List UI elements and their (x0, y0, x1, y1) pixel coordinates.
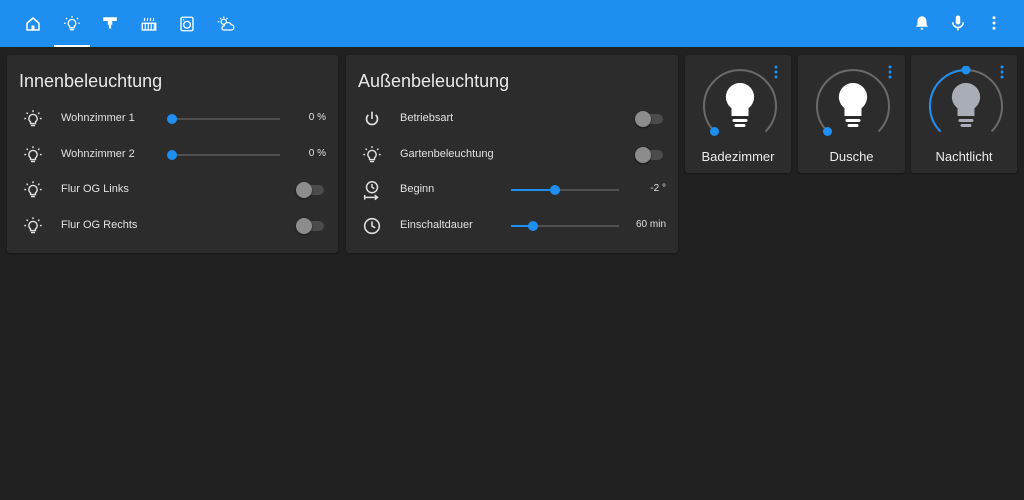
entity-row-beginn: Beginn -2 ° (346, 176, 678, 204)
power-icon (361, 108, 383, 130)
row-label: Gartenbeleuchtung (400, 148, 494, 160)
tab-weather[interactable] (208, 0, 244, 47)
washing-machine-icon (180, 16, 194, 31)
slider-handle[interactable] (527, 221, 538, 231)
tile-name: Nachtlicht (935, 149, 993, 164)
tile-name: Dusche (829, 149, 874, 164)
dial-handle[interactable] (823, 127, 832, 136)
row-label: Flur OG Links (61, 183, 129, 195)
row-label: Flur OG Rechts (61, 219, 138, 231)
voice-button[interactable] (947, 12, 969, 34)
dial-handle[interactable] (710, 127, 719, 136)
lightbulb-icon (361, 144, 383, 166)
entity-row-flur-og-links: Flur OG Links (7, 176, 338, 204)
microphone-icon (952, 15, 964, 31)
light-tile-dusche[interactable]: Dusche (798, 55, 905, 173)
light-tile-badezimmer[interactable]: Badezimmer (685, 55, 791, 173)
beginn-slider[interactable] (511, 185, 619, 195)
tab-lights[interactable] (54, 0, 90, 47)
toggle-switch[interactable] (296, 182, 324, 198)
tile-name: Badezimmer (701, 149, 775, 164)
lightbulb-icon (22, 108, 44, 130)
einschaltdauer-slider[interactable] (511, 221, 619, 231)
brightness-slider[interactable] (167, 150, 280, 160)
row-value: -2 ° (650, 183, 666, 194)
lightbulb-icon (725, 82, 755, 127)
notifications-button[interactable] (911, 12, 933, 34)
weather-cloudy-icon (217, 16, 235, 31)
toggle-switch[interactable] (635, 147, 663, 163)
tab-ceiling-lamps[interactable] (92, 0, 128, 47)
brightness-dial[interactable] (813, 66, 893, 146)
lightbulb-icon (951, 82, 981, 127)
aussen-card: Außenbeleuchtung Betriebsart Gartenbeleu… (346, 55, 678, 253)
row-label: Betriebsart (400, 112, 454, 124)
clock-icon (361, 215, 383, 237)
tab-heating[interactable] (131, 0, 167, 47)
ceiling-lamp-icon (103, 16, 117, 28)
bell-icon (916, 16, 928, 30)
row-label: Einschaltdauer (400, 219, 473, 231)
lightbulb-icon (838, 82, 868, 127)
lightbulb-icon (64, 15, 80, 30)
top-app-bar (0, 0, 1024, 47)
tab-appliances[interactable] (169, 0, 205, 47)
light-tile-nachtlicht[interactable]: Nachtlicht (911, 55, 1017, 173)
entity-row-wohnzimmer-2: Wohnzimmer 2 0 % (7, 141, 338, 169)
row-value: 0 % (308, 112, 326, 123)
entity-row-gartenbeleuchtung: Gartenbeleuchtung (346, 141, 678, 169)
row-label: Wohnzimmer 1 (61, 112, 135, 124)
toggle-switch[interactable] (296, 218, 324, 234)
more-vertical-icon (992, 16, 996, 30)
brightness-dial[interactable] (700, 66, 780, 146)
innen-card: Innenbeleuchtung Wohnzimmer 1 0 % Wohnzi… (7, 55, 338, 253)
lightbulb-icon (22, 179, 44, 201)
dial-handle[interactable] (961, 66, 971, 75)
row-value: 60 min (635, 219, 666, 230)
row-label: Wohnzimmer 2 (61, 148, 135, 160)
timer-start-icon (361, 179, 383, 201)
aussen-card-title: Außenbeleuchtung (358, 71, 510, 91)
brightness-slider[interactable] (167, 114, 280, 124)
lightbulb-icon (22, 144, 44, 166)
innen-card-title: Innenbeleuchtung (19, 71, 163, 91)
overflow-menu-button[interactable] (983, 12, 1005, 34)
entity-row-wohnzimmer-1: Wohnzimmer 1 0 % (7, 105, 338, 133)
slider-handle[interactable] (167, 150, 177, 160)
row-value: 0 % (308, 148, 326, 159)
slider-handle[interactable] (167, 114, 177, 124)
entity-row-flur-og-rechts: Flur OG Rechts (7, 212, 338, 240)
tab-home[interactable] (15, 0, 51, 47)
slider-handle[interactable] (550, 185, 561, 195)
radiator-icon (141, 17, 157, 31)
entity-row-einschaltdauer: Einschaltdauer 60 min (346, 212, 678, 240)
lightbulb-icon (22, 215, 44, 237)
brightness-dial[interactable] (926, 66, 1006, 146)
home-icon (26, 16, 40, 31)
toggle-switch[interactable] (635, 111, 663, 127)
entity-row-betriebsart: Betriebsart (346, 105, 678, 133)
row-label: Beginn (400, 183, 435, 195)
